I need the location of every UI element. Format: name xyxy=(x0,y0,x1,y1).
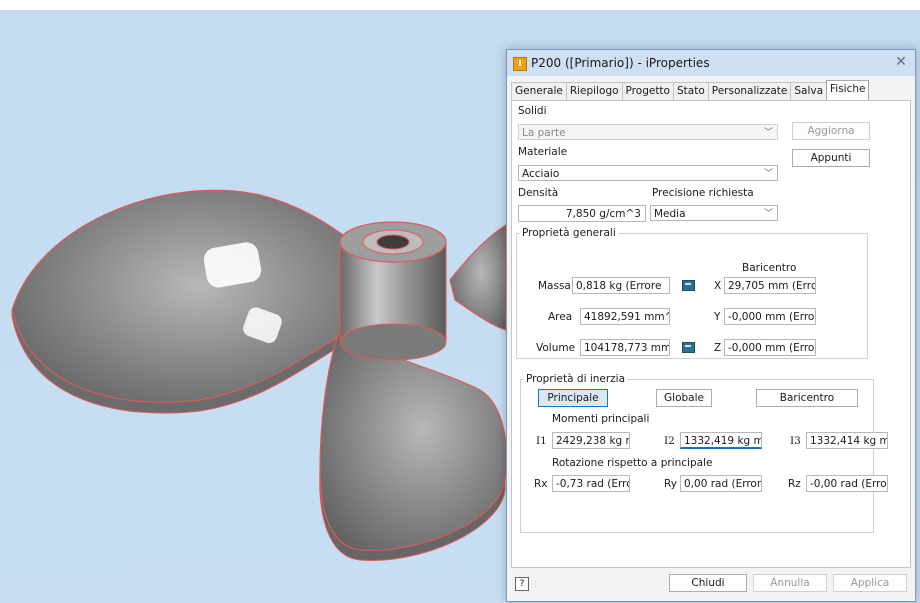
z-label: Z xyxy=(714,342,722,354)
massa-field[interactable]: 0,818 kg (Errore xyxy=(572,277,670,294)
ry-label: Ry xyxy=(664,478,677,490)
tab-personalizzate[interactable]: Personalizzate xyxy=(707,82,792,100)
volume-field[interactable]: 104178,773 mm xyxy=(580,339,670,356)
i3-field[interactable]: 1332,414 kg mr xyxy=(806,432,888,449)
rz-field[interactable]: -0,00 rad (Errore xyxy=(806,475,888,492)
calculator-icon[interactable] xyxy=(682,280,695,291)
inertia-properties-title: Proprietà di inerzia xyxy=(524,373,628,385)
help-icon[interactable]: ? xyxy=(515,577,529,591)
tab-progetto[interactable]: Progetto xyxy=(621,82,674,100)
x-label: X xyxy=(714,280,722,292)
rotazione-label: Rotazione rispetto a principale xyxy=(552,457,713,469)
iproperties-app-icon: I xyxy=(513,57,527,71)
area-label: Area xyxy=(548,311,573,323)
baricentro-button[interactable]: Baricentro xyxy=(756,389,858,407)
applica-button[interactable]: Applica xyxy=(833,574,907,592)
calculator-icon[interactable] xyxy=(682,342,695,353)
solidi-label: Solidi xyxy=(518,105,547,117)
iproperties-dialog: I P200 ([Primario]) - iProperties ✕ Gene… xyxy=(506,49,916,602)
chevron-down-icon: ﹀ xyxy=(763,169,773,179)
momenti-label: Momenti principali xyxy=(552,413,650,425)
annulla-button[interactable]: Annulla xyxy=(753,574,827,592)
baricentro-label: Baricentro xyxy=(742,262,797,274)
notes-button[interactable]: Appunti xyxy=(792,149,870,167)
rz-label: Rz xyxy=(788,478,801,490)
chevron-down-icon: ﹀ xyxy=(763,128,773,138)
globale-button[interactable]: Globale xyxy=(656,389,712,407)
densita-field[interactable]: 7,850 g/cm^3 xyxy=(518,205,646,222)
massa-label: Massa xyxy=(538,280,571,292)
tab-riepilogo[interactable]: Riepilogo xyxy=(565,82,623,100)
baricentro-x-field[interactable]: 29,705 mm (Errc xyxy=(724,277,816,294)
baricentro-z-field[interactable]: -0,000 mm (Erro xyxy=(724,339,816,356)
materiale-value: Acciaio xyxy=(522,168,560,180)
i1-field[interactable]: 2429,238 kg mr xyxy=(552,432,630,449)
materiale-label: Materiale xyxy=(518,146,568,158)
rx-label: Rx xyxy=(534,478,548,490)
precisione-label: Precisione richiesta xyxy=(652,187,754,199)
principale-button[interactable]: Principale xyxy=(538,389,608,407)
densita-label: Densità xyxy=(518,187,559,199)
tab-fisiche[interactable]: Fisiche xyxy=(826,80,870,100)
close-icon[interactable]: ✕ xyxy=(893,54,909,70)
chiudi-button[interactable]: Chiudi xyxy=(669,574,747,592)
update-button[interactable]: Aggiorna xyxy=(792,122,870,140)
y-label: Y xyxy=(714,311,721,323)
area-field[interactable]: 41892,591 mm^ xyxy=(580,308,670,325)
precisione-value: Media xyxy=(654,208,686,220)
tab-salva[interactable]: Salva xyxy=(790,82,828,100)
rx-field[interactable]: -0,73 rad (Errore xyxy=(552,475,630,492)
materiale-select[interactable]: Acciaio ﹀ xyxy=(518,165,778,181)
fisiche-panel: Solidi La parte ﹀ Aggiorna Materiale App… xyxy=(511,100,911,568)
i3-label: I3 xyxy=(790,435,801,447)
i1-label: I1 xyxy=(536,435,547,447)
volume-label: Volume xyxy=(536,342,576,354)
solidi-select[interactable]: La parte ﹀ xyxy=(518,124,778,140)
solidi-value: La parte xyxy=(522,127,566,139)
window-title: P200 ([Primario]) - iProperties xyxy=(531,56,710,70)
i2-field[interactable]: 1332,419 kg mr xyxy=(680,432,762,449)
chevron-down-icon: ﹀ xyxy=(763,209,773,219)
top-border xyxy=(0,0,920,10)
general-properties-title: Proprietà generali xyxy=(520,227,618,239)
blade-right xyxy=(449,223,507,331)
ry-field[interactable]: 0,00 rad (Errore xyxy=(680,475,762,492)
tab-bar: Generale Riepilogo Progetto Stato Person… xyxy=(511,80,870,100)
tab-stato[interactable]: Stato xyxy=(672,82,709,100)
i2-label: I2 xyxy=(664,435,675,447)
baricentro-y-field[interactable]: -0,000 mm (Erro xyxy=(724,308,816,325)
tab-generale[interactable]: Generale xyxy=(511,82,567,100)
title-bar[interactable]: I P200 ([Primario]) - iProperties ✕ xyxy=(507,50,915,76)
precisione-select[interactable]: Media ﹀ xyxy=(650,205,778,221)
